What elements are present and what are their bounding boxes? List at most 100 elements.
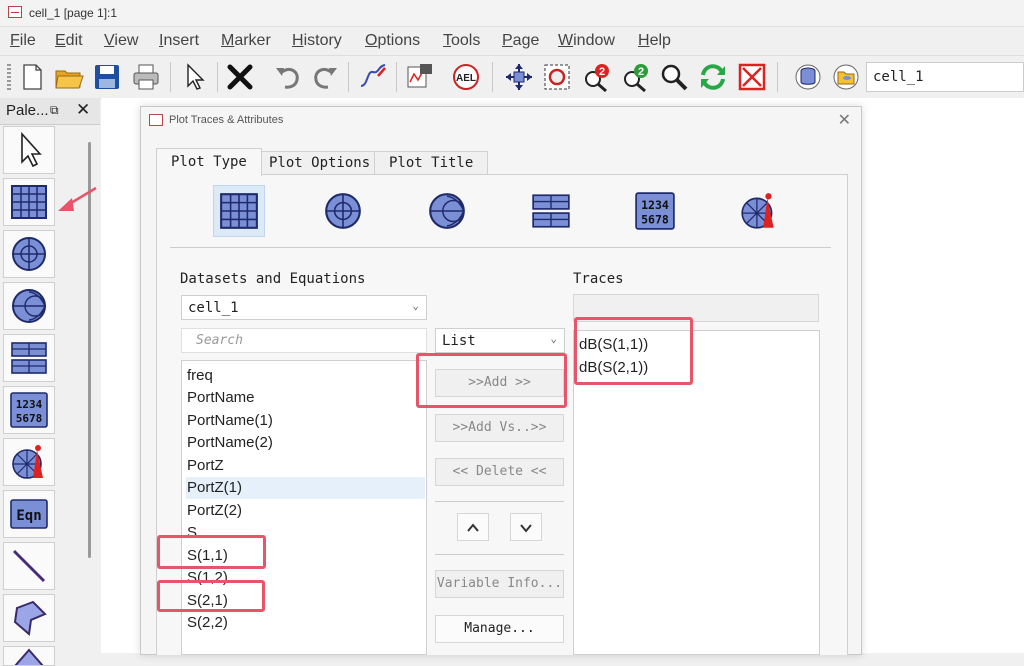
save-icon[interactable] (91, 61, 123, 93)
menu-options[interactable]: Options (365, 32, 420, 50)
menu-window[interactable]: Window (558, 32, 615, 50)
variables-list[interactable]: freq PortName PortName(1) PortName(2) Po… (181, 360, 427, 655)
list-item[interactable]: freq (186, 365, 425, 387)
move-down-button[interactable] (510, 513, 542, 541)
variable-info-button[interactable]: Variable Info... (435, 570, 564, 598)
diamond-icon (14, 648, 44, 665)
list-item[interactable]: S (186, 522, 425, 544)
palette-panel: Pale... ⧉ ✕ 1234 5678 Eqn (0, 98, 100, 666)
undo-icon[interactable] (272, 61, 304, 93)
manage-button[interactable]: Manage... (435, 615, 564, 643)
ael-icon[interactable]: AEL (450, 61, 482, 93)
plot-type-smith[interactable] (421, 185, 473, 237)
plot-export-icon[interactable] (404, 61, 436, 93)
toolbar-grip[interactable] (7, 64, 11, 90)
menu-marker[interactable]: Marker (221, 32, 271, 50)
menu-insert[interactable]: Insert (159, 32, 199, 50)
list-item[interactable]: PortZ(2) (186, 500, 425, 522)
traces-list[interactable]: dB(S(1,1)) dB(S(2,1)) (573, 330, 820, 655)
menu-view[interactable]: View (104, 32, 138, 50)
clear-icon[interactable] (736, 61, 768, 93)
menu-edit[interactable]: Edit (55, 32, 83, 50)
dataset-folder-icon[interactable] (830, 61, 862, 93)
delete-button[interactable]: << Delete << (435, 458, 564, 486)
refresh-icon[interactable] (697, 61, 729, 93)
print-icon[interactable] (130, 61, 162, 93)
dataset-field[interactable]: cell_1 (866, 62, 1024, 92)
menu-history[interactable]: History (292, 32, 342, 50)
list-item[interactable]: dB(S(2,1)) (578, 357, 817, 379)
tab-plot-title[interactable]: Plot Title (374, 151, 489, 175)
dataset-icon[interactable] (792, 61, 824, 93)
search-input[interactable]: Search (181, 328, 427, 353)
add-button[interactable]: >>Add >> (435, 369, 564, 397)
list-item[interactable]: PortName(2) (186, 432, 425, 454)
tab-plot-options[interactable]: Plot Options (254, 151, 386, 175)
palette-rectangular-plot-button[interactable] (3, 178, 55, 226)
zoom-in-icon[interactable]: 2 (580, 61, 612, 93)
palette-stacked-plot-button[interactable] (3, 334, 55, 382)
plot-type-antenna[interactable] (733, 185, 785, 237)
dialog-title: Plot Traces & Attributes (149, 114, 283, 127)
plot-traces-dialog: Plot Traces & Attributes ✕ Plot Type Plo… (140, 106, 862, 655)
plot-type-stacked[interactable] (525, 185, 577, 237)
zoom-fit-icon[interactable] (658, 61, 690, 93)
menu-help[interactable]: Help (638, 32, 671, 50)
trace-curve-icon[interactable] (357, 61, 389, 93)
palette-polygon-button[interactable] (3, 594, 55, 642)
pointer-icon (21, 131, 42, 168)
list-item[interactable]: S(1,2) (186, 567, 425, 589)
palette-line-button[interactable] (3, 542, 55, 590)
move-cross-icon[interactable] (503, 61, 535, 93)
menu-page[interactable]: Page (502, 32, 539, 50)
palette-polar-plot-button[interactable] (3, 230, 55, 278)
list-item-selected[interactable]: PortZ(1) (186, 477, 425, 499)
new-file-icon[interactable] (16, 61, 48, 93)
title-bar: cell_1 [page 1]:1 (0, 0, 1024, 27)
datasets-label: Datasets and Equations (180, 271, 366, 287)
close-icon[interactable]: ✕ (838, 110, 851, 130)
tab-plot-type[interactable]: Plot Type (156, 148, 262, 176)
app-icon (8, 6, 22, 18)
polar-plot-icon (12, 237, 46, 271)
rectangular-plot-icon (220, 193, 258, 229)
close-icon[interactable]: ✕ (76, 100, 90, 120)
divider (170, 247, 831, 248)
list-item[interactable]: S(2,1) (186, 590, 425, 612)
trace-options-button[interactable] (573, 294, 819, 322)
menu-file[interactable]: File (10, 32, 36, 50)
restore-icon[interactable]: ⧉ (50, 103, 59, 118)
list-item[interactable]: dB(S(1,1)) (578, 334, 817, 356)
add-vs-button[interactable]: >>Add Vs..>> (435, 414, 564, 442)
delete-x-icon[interactable] (224, 61, 256, 93)
traces-label: Traces (573, 271, 624, 287)
list-item[interactable]: PortName(1) (186, 410, 425, 432)
plot-type-polar[interactable] (317, 185, 369, 237)
zoom-out-icon[interactable]: 2 (619, 61, 651, 93)
list-item[interactable]: S(1,1) (186, 545, 425, 567)
palette-antenna-plot-button[interactable] (3, 438, 55, 486)
menu-tools[interactable]: Tools (443, 32, 480, 50)
palette-more-button[interactable] (3, 646, 55, 666)
zoom-box-icon[interactable] (541, 61, 573, 93)
list-numbers-icon: 12345678 (635, 192, 675, 230)
divider (435, 554, 564, 555)
list-item[interactable]: PortName (186, 387, 425, 409)
dataset-select[interactable]: cell_1 ⌄ (181, 295, 427, 320)
plot-type-rectangular[interactable] (213, 185, 265, 237)
menu-bar: File Edit View Insert Marker History Opt… (0, 28, 1024, 54)
palette-equation-button[interactable]: Eqn (3, 490, 55, 538)
list-item[interactable]: PortZ (186, 455, 425, 477)
list-mode-select[interactable]: List ⌄ (435, 328, 565, 353)
palette-smith-chart-button[interactable] (3, 282, 55, 330)
palette-list-button[interactable]: 1234 5678 (3, 386, 55, 434)
palette-pointer-button[interactable] (3, 126, 55, 174)
chevron-down-icon: ⌄ (412, 299, 419, 312)
move-up-button[interactable] (457, 513, 489, 541)
redo-icon[interactable] (309, 61, 341, 93)
plot-type-list[interactable]: 1234 5678 (629, 185, 681, 237)
open-folder-icon[interactable] (53, 61, 85, 93)
select-pointer-icon[interactable] (178, 61, 210, 93)
plot-type-panel: 1234 5678 Datasets and Equations cell_1 ⌄ … (156, 174, 848, 655)
list-item[interactable]: S(2,2) (186, 612, 425, 634)
